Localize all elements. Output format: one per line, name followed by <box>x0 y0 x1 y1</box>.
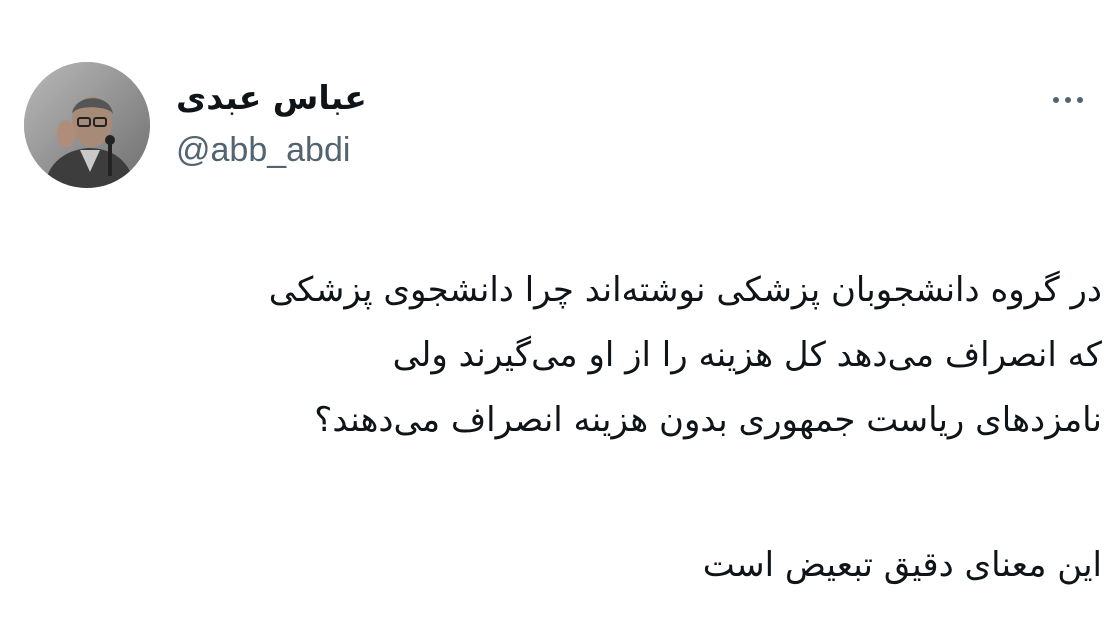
more-horizontal-icon <box>1077 97 1083 103</box>
profile-photo-icon <box>24 62 150 188</box>
tweet-text-line: این معنای دقیق تبعیض است <box>702 545 1102 585</box>
tweet-text-line: نامزدهای ریاست جمهوری بدون هزینه انصراف … <box>314 400 1102 440</box>
more-horizontal-icon <box>1053 97 1059 103</box>
avatar[interactable] <box>24 62 150 188</box>
author-handle[interactable]: @abb_abdi <box>176 126 367 174</box>
more-options-button[interactable] <box>1036 82 1100 118</box>
tweet-text-line: در گروه دانشجوبان پزشکی نوشته‌اند چرا دا… <box>268 270 1102 310</box>
tweet-card: عباس عبدی @abb_abdi در گروه دانشجوبان پز… <box>0 0 1120 637</box>
more-horizontal-icon <box>1065 97 1071 103</box>
tweet-header: عباس عبدی @abb_abdi <box>24 62 367 188</box>
author-display-name[interactable]: عباس عبدی <box>176 76 367 120</box>
author-names: عباس عبدی @abb_abdi <box>176 76 367 174</box>
tweet-text: در گروه دانشجوبان پزشکی نوشته‌اند چرا دا… <box>40 258 1102 598</box>
tweet-text-line: که انصراف می‌دهد کل هزینه را از او می‌گی… <box>392 335 1102 375</box>
